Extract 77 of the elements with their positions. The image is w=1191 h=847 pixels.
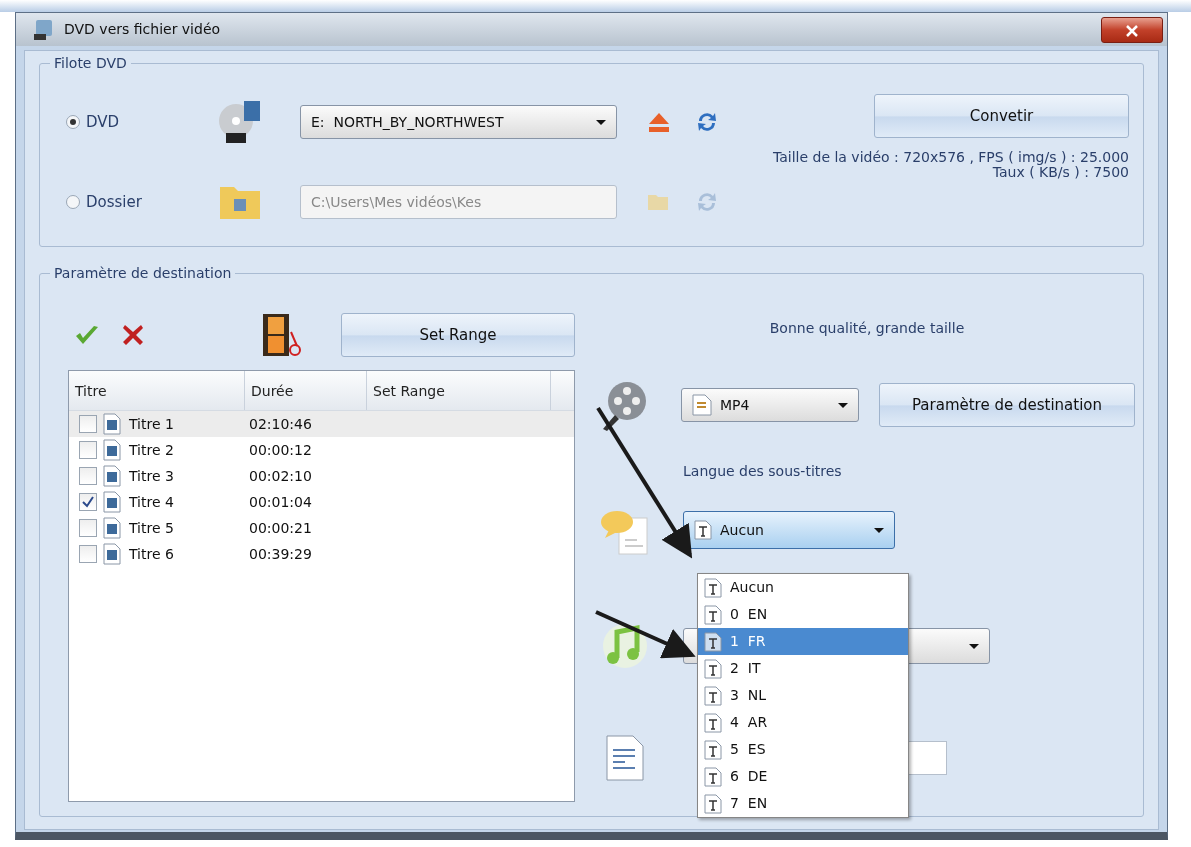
text-file-icon bbox=[694, 520, 712, 540]
checkbox[interactable] bbox=[79, 467, 97, 485]
table-row[interactable]: Titre 2 00:00:12 bbox=[69, 437, 574, 463]
document-icon bbox=[605, 734, 645, 782]
file-icon bbox=[692, 394, 712, 416]
video-file-icon bbox=[103, 439, 121, 461]
window-title: DVD vers fichier vidéo bbox=[64, 20, 221, 39]
dropdown-option[interactable]: 6 DE bbox=[698, 763, 908, 790]
column-header[interactable]: Durée bbox=[245, 371, 367, 410]
table-cell-text: Titre 4 bbox=[129, 492, 175, 512]
video-file-icon bbox=[103, 543, 121, 565]
text-file-icon bbox=[704, 604, 722, 625]
dropdown-option[interactable]: 0 EN bbox=[698, 601, 908, 628]
table-cell-text: 02:10:46 bbox=[249, 414, 312, 434]
delete-icon[interactable] bbox=[122, 324, 144, 346]
caret-icon bbox=[969, 643, 979, 649]
text-file-icon bbox=[704, 793, 722, 814]
dropdown-option[interactable]: 1 FR bbox=[698, 628, 908, 655]
table-row[interactable]: Titre 3 00:02:10 bbox=[69, 463, 574, 489]
checkbox[interactable] bbox=[79, 519, 97, 537]
table-row[interactable]: Titre 1 02:10:46 bbox=[69, 411, 574, 437]
radio-label[interactable]: DVD bbox=[86, 110, 216, 134]
destination-settings-button[interactable]: Paramètre de destination bbox=[879, 383, 1135, 427]
dropdown-option[interactable]: 3 NL bbox=[698, 682, 908, 709]
checkbox[interactable] bbox=[79, 415, 97, 433]
eject-icon[interactable] bbox=[647, 111, 671, 133]
checkbox[interactable] bbox=[79, 493, 97, 511]
close-button[interactable] bbox=[1101, 16, 1163, 43]
table-row[interactable]: Titre 4 00:01:04 bbox=[69, 489, 574, 515]
dropdown-option[interactable]: 2 IT bbox=[698, 655, 908, 682]
text-file-icon bbox=[704, 577, 722, 598]
table-cell-text: Titre 1 bbox=[129, 414, 175, 434]
format-dropdown[interactable]: MP4 bbox=[681, 388, 859, 422]
caret-icon bbox=[874, 527, 884, 533]
table-cell-text: 00:02:10 bbox=[249, 466, 312, 486]
dropdown-option[interactable]: 4 AR bbox=[698, 709, 908, 736]
subtitle-dropdown[interactable]: Aucun bbox=[683, 511, 895, 549]
refresh-icon[interactable] bbox=[695, 110, 719, 134]
table-row[interactable]: Titre 6 00:39:29 bbox=[69, 541, 574, 567]
drive-dropdown[interactable]: E: NORTH_BY_NORTHWEST bbox=[300, 105, 617, 139]
video-info-text: Taux ( KB/s ) : 7500 bbox=[992, 165, 1129, 180]
checkbox[interactable] bbox=[79, 441, 97, 459]
caret-icon bbox=[596, 119, 606, 125]
text-file-icon bbox=[704, 766, 722, 787]
quality-label: Bonne qualité, grande taille bbox=[768, 319, 966, 338]
table-cell-text: Titre 2 bbox=[129, 440, 175, 460]
table-cell-text: Titre 3 bbox=[129, 466, 175, 486]
checkbox[interactable] bbox=[79, 545, 97, 563]
text-file-icon bbox=[704, 631, 722, 652]
radio-button[interactable] bbox=[66, 115, 80, 129]
text-file-icon bbox=[704, 658, 722, 679]
table-cell-text: Titre 5 bbox=[129, 518, 175, 538]
video-file-icon bbox=[103, 517, 121, 539]
dropdown-option[interactable]: 7 EN bbox=[698, 790, 908, 817]
column-header[interactable]: Titre bbox=[69, 371, 245, 410]
video-file-icon bbox=[103, 491, 121, 513]
subtitle-language-label: Langue des sous-titres bbox=[683, 462, 843, 481]
set-range-button[interactable]: Set Range bbox=[341, 313, 575, 357]
column-header[interactable]: Set Range bbox=[367, 371, 551, 410]
table-cell-text: 00:00:21 bbox=[249, 518, 312, 538]
text-file-icon bbox=[704, 685, 722, 706]
convert-button[interactable]: Convetir bbox=[874, 94, 1129, 138]
table-row[interactable]: Titre 5 00:00:21 bbox=[69, 515, 574, 541]
close-icon bbox=[1126, 24, 1138, 37]
dropdown-option[interactable]: 5 ES bbox=[698, 736, 908, 763]
video-file-icon bbox=[103, 413, 121, 435]
table-cell-text: 00:01:04 bbox=[249, 492, 312, 512]
table-cell-text: Titre 6 bbox=[129, 544, 175, 564]
table-cell-text: 00:00:12 bbox=[249, 440, 312, 460]
video-file-icon bbox=[103, 465, 121, 487]
text-file-icon bbox=[704, 739, 722, 760]
table-cell-text: 00:39:29 bbox=[249, 544, 312, 564]
check-icon[interactable] bbox=[74, 324, 100, 346]
text-file-icon bbox=[704, 712, 722, 733]
caret-icon bbox=[838, 402, 848, 408]
video-info-text: Taille de la vidéo : 720x576 , FPS ( img/s ) : 25.000 bbox=[771, 150, 1129, 165]
dropdown-option[interactable]: Aucun bbox=[698, 574, 908, 601]
